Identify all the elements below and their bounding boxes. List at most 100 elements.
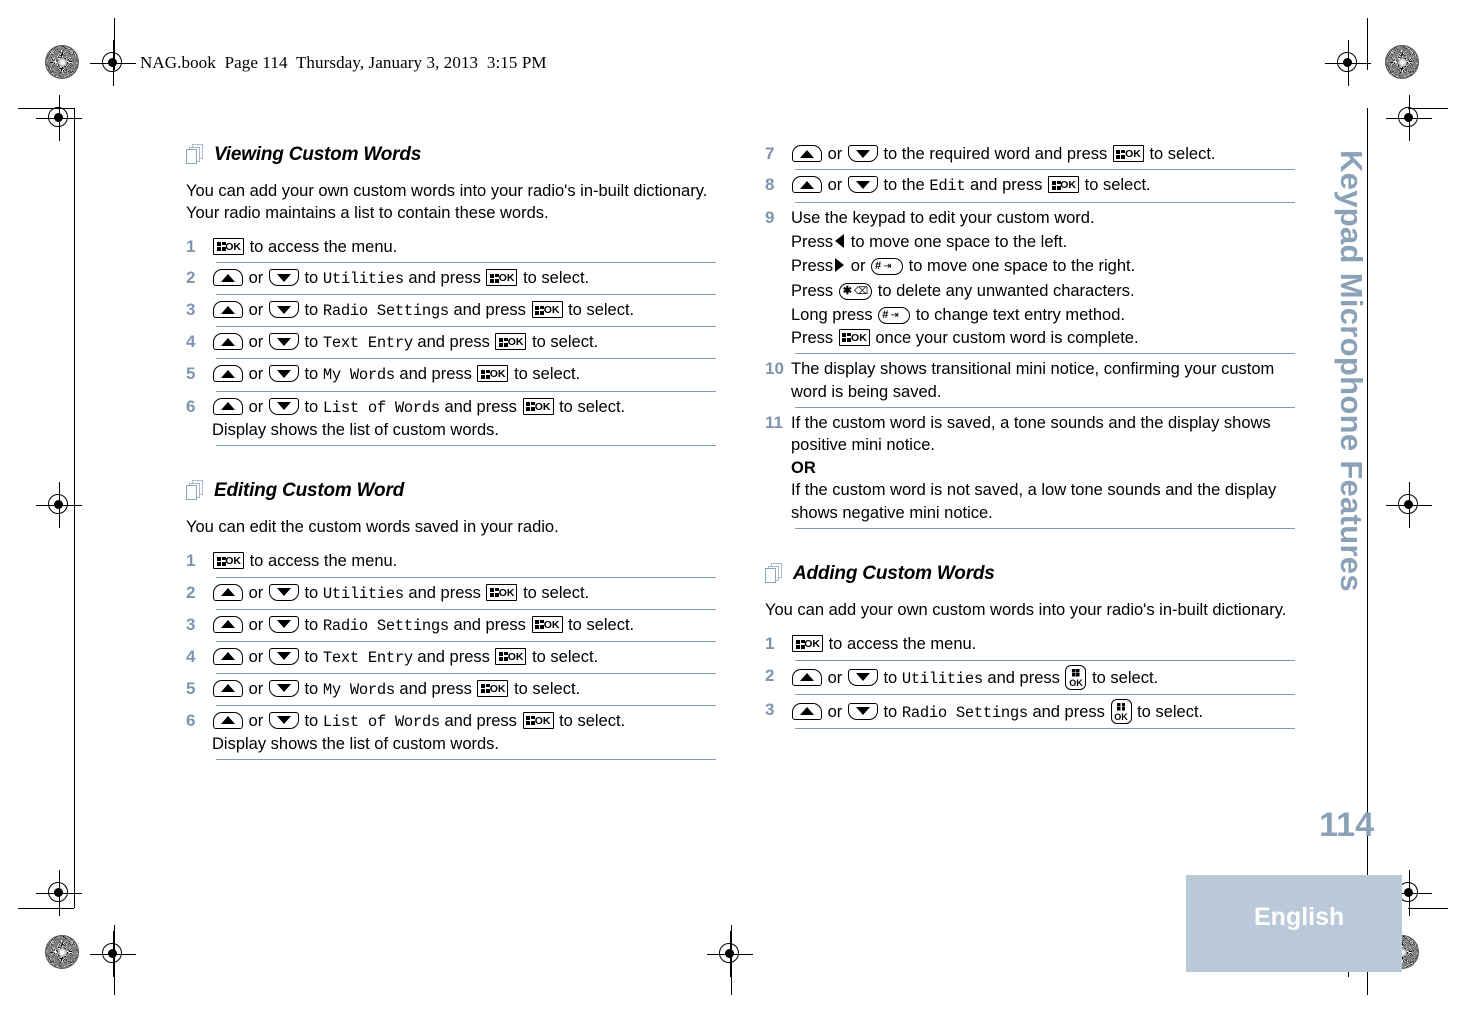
step-divider xyxy=(216,704,716,706)
steps-list-viewing-custom-words: 1 OK to access the menu. 2 or to Utiliti… xyxy=(186,235,716,447)
menu-item-label: Utilities xyxy=(901,669,983,688)
step-phrase: Press xyxy=(791,257,834,276)
step-phrase: and press xyxy=(444,711,517,730)
step-divider xyxy=(795,353,1295,355)
down-arrow-key-icon xyxy=(268,647,299,665)
menu-ok-key-icon: OK xyxy=(213,237,244,255)
step-phrase: or xyxy=(248,615,264,634)
step-phrase: or xyxy=(827,176,843,195)
step-phrase: to xyxy=(304,583,319,602)
menu-item-label: My Words xyxy=(322,366,395,385)
step-number: 4 xyxy=(186,332,196,352)
step-phrase: and press xyxy=(1032,702,1105,721)
stacked-pages-icon xyxy=(186,480,204,501)
step-item: 1 OK to access the menu. xyxy=(186,549,716,576)
step-phrase: or xyxy=(248,583,264,602)
step-phrase: or xyxy=(827,145,843,163)
step-divider xyxy=(216,759,716,761)
step-item: 3 or to Radio Settings and press OK to s… xyxy=(186,298,716,326)
step-phrase: to xyxy=(304,615,319,634)
step-phrase: to xyxy=(304,711,319,730)
step-text: If the custom word is saved, a tone soun… xyxy=(791,412,1295,524)
step-number: 11 xyxy=(765,413,783,433)
menu-ok-key-icon: OK xyxy=(522,397,554,415)
step-phrase: or xyxy=(248,269,264,288)
step-divider xyxy=(795,201,1295,203)
menu-item-label: List of Words xyxy=(322,712,440,731)
step-item: 2 or to Utilities and press OK to select… xyxy=(765,664,1295,694)
menu-item-label: Text Entry xyxy=(322,334,413,353)
left-triangle-icon xyxy=(835,233,845,248)
step-item: 8 or to the Edit and press OK to select. xyxy=(765,173,1295,201)
step-phrase: to xyxy=(883,668,898,687)
step-phrase: to xyxy=(304,397,319,416)
step-phrase: to select. xyxy=(568,301,635,320)
down-arrow-key-icon xyxy=(847,668,878,686)
section-title: Viewing Custom Words xyxy=(214,144,422,165)
step-text: The display shows transitional mini noti… xyxy=(791,360,1275,401)
step-phrase: to delete any unwanted characters. xyxy=(877,281,1135,300)
step-phrase: to select. xyxy=(1084,176,1151,195)
right-column: 7 or to the required word and press OK t… xyxy=(765,142,1295,732)
step-divider xyxy=(216,576,716,578)
step-phrase: to xyxy=(304,679,319,698)
up-arrow-key-icon xyxy=(792,668,822,686)
up-arrow-key-icon xyxy=(213,711,243,729)
step-item: 11 If the custom word is saved, a tone s… xyxy=(765,411,1295,528)
step-line: If the custom word is saved, a tone soun… xyxy=(791,414,1271,455)
step-text: Use the keypad to edit your custom word.… xyxy=(791,207,1295,350)
step-text: or to List of Words and press OK to sele… xyxy=(212,710,716,756)
step-line: Press ✱ ⌫ to delete any unwanted characte… xyxy=(791,280,1295,302)
step-line: Press OK once your custom word is comple… xyxy=(791,327,1295,349)
step-divider xyxy=(216,262,716,264)
menu-ok-key-icon: OK xyxy=(531,615,563,633)
step-divider xyxy=(216,294,716,296)
step-phrase: to select. xyxy=(568,615,635,634)
step-number: 5 xyxy=(186,678,196,698)
step-phrase: to select. xyxy=(514,365,581,384)
down-arrow-key-icon xyxy=(847,176,878,194)
step-phrase: or xyxy=(248,333,264,352)
down-arrow-key-icon xyxy=(268,679,299,697)
step-phrase: to select. xyxy=(514,679,581,698)
menu-ok-key-icon: OK xyxy=(792,635,823,653)
section-title: Editing Custom Word xyxy=(214,480,405,502)
step-text: OK to access the menu. xyxy=(212,236,716,258)
step-divider xyxy=(216,672,716,674)
up-arrow-key-icon xyxy=(213,647,243,665)
step-phrase: to xyxy=(304,269,319,288)
up-arrow-key-icon xyxy=(213,269,243,287)
step-divider xyxy=(216,445,716,447)
step-text: OK to access the menu. xyxy=(212,550,716,572)
step-divider xyxy=(216,326,716,328)
step-number: 6 xyxy=(186,710,196,730)
step-number: 1 xyxy=(186,236,196,256)
menu-ok-key-icon: OK xyxy=(486,269,518,287)
step-text: OK to access the menu. xyxy=(791,633,1295,655)
step-phrase: to select. xyxy=(532,333,599,352)
menu-ok-key-icon: OK xyxy=(522,711,554,729)
step-item: 2 or to Utilities and press OK to select… xyxy=(186,266,716,294)
step-divider xyxy=(795,407,1295,409)
step-phrase: or xyxy=(827,668,843,687)
step-text: or to the required word and press OK to … xyxy=(791,143,1295,165)
star-key-icon: ✱ ⌫ xyxy=(838,282,873,300)
step-phrase: to select. xyxy=(523,583,590,602)
left-column: Viewing Custom Words You can add your ow… xyxy=(186,142,716,763)
step-phrase: and press xyxy=(408,269,481,288)
down-arrow-key-icon xyxy=(268,269,299,287)
step-item: 6 or to List of Words and press OK to se… xyxy=(186,395,716,446)
step-phrase: to move one space to the right. xyxy=(908,257,1136,276)
step-text: or to Utilities and press OK to select. xyxy=(212,267,716,290)
step-number: 8 xyxy=(765,175,775,195)
step-phrase: to xyxy=(304,647,319,666)
menu-ok-key-icon: OK xyxy=(1112,145,1144,162)
step-item: 3 or to Radio Settings and press OK to s… xyxy=(186,613,716,641)
step-phrase: to access the menu. xyxy=(249,552,398,571)
step-item: 1 OK to access the menu. xyxy=(765,632,1295,659)
step-phrase: and press xyxy=(399,365,472,384)
up-arrow-key-icon xyxy=(792,176,822,194)
step-item: 9 Use the keypad to edit your custom wor… xyxy=(765,206,1295,354)
menu-item-label: Radio Settings xyxy=(901,703,1028,722)
menu-ok-key-vertical-icon: OK xyxy=(1065,664,1087,690)
